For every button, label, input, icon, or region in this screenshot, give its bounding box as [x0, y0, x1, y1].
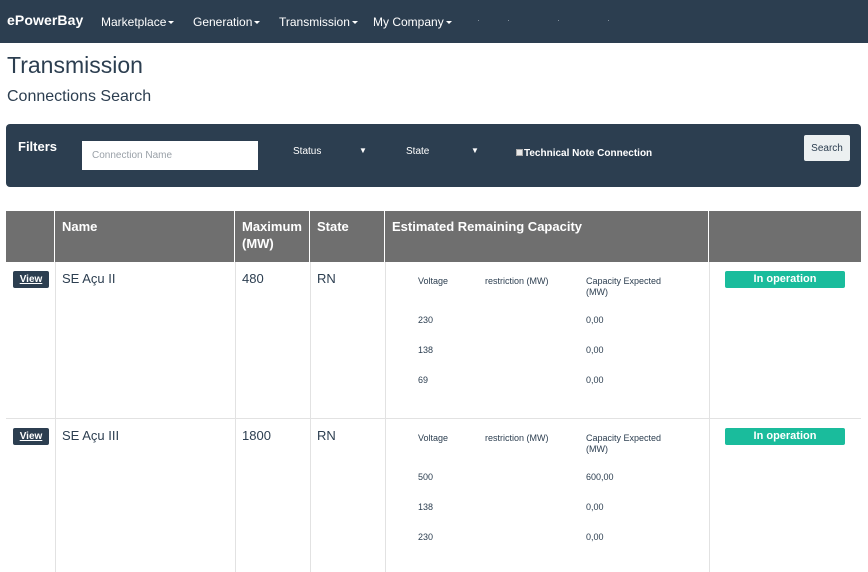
sub-header-expected: Capacity Expected (MW) [586, 276, 662, 297]
nav-transmission[interactable]: Transmission [279, 15, 358, 29]
status-select[interactable]: Status [293, 146, 321, 157]
state-dropdown-arrow-icon[interactable]: ▼ [471, 146, 479, 155]
column-divider [385, 262, 386, 572]
column-divider [235, 262, 236, 572]
caret-down-icon [168, 21, 175, 25]
filters-panel: Filters Status ▼ State ▼ Technical Note … [6, 124, 861, 187]
top-navbar: ePowerBay Marketplace Generation Transmi… [0, 0, 868, 43]
technical-note-label: Technical Note Connection [524, 148, 653, 159]
connections-table: Name Maximum (MW) State Estimated Remain… [6, 211, 861, 572]
capacity-voltage: 138 [418, 502, 434, 512]
caret-down-icon [254, 21, 261, 25]
nav-my-company[interactable]: My Company [373, 15, 452, 29]
capacity-expected: 0,00 [586, 502, 604, 512]
header-status [709, 211, 861, 262]
row-divider [6, 418, 861, 419]
sub-header-restriction: restriction (MW) [485, 433, 549, 443]
page-subtitle: Connections Search [7, 88, 152, 105]
column-divider [55, 262, 56, 572]
view-button[interactable]: View [13, 428, 49, 445]
header-actions [6, 211, 55, 262]
page-title: Transmission [7, 52, 143, 78]
caret-down-icon [351, 21, 358, 25]
capacity-expected: 0,00 [586, 375, 604, 385]
view-button[interactable]: View [13, 271, 49, 288]
brand-logo[interactable]: ePowerBay [7, 12, 83, 28]
capacity-expected: 0,00 [586, 315, 604, 325]
nav-marketplace[interactable]: Marketplace [101, 15, 175, 29]
nav-separator-dot [478, 20, 479, 21]
capacity-expected: 0,00 [586, 345, 604, 355]
capacity-voltage: 230 [418, 532, 434, 542]
row-state: RN [317, 271, 336, 286]
connection-name-input[interactable] [82, 141, 258, 170]
search-button[interactable]: Search [804, 135, 850, 161]
nav-separator-dot [558, 20, 559, 21]
row-name: SE Açu II [62, 271, 116, 286]
header-maximum: Maximum (MW) [235, 211, 310, 262]
sub-header-expected: Capacity Expected (MW) [586, 433, 662, 454]
sub-header-restriction: restriction (MW) [485, 276, 549, 286]
capacity-expected: 600,00 [586, 472, 614, 482]
row-name: SE Açu III [62, 428, 120, 443]
capacity-expected: 0,00 [586, 532, 604, 542]
nav-generation-label: Generation [193, 15, 253, 29]
state-select[interactable]: State [406, 146, 429, 157]
checkbox-icon[interactable] [516, 149, 523, 156]
nav-transmission-label: Transmission [279, 15, 350, 29]
header-capacity: Estimated Remaining Capacity [385, 211, 709, 262]
capacity-voltage: 69 [418, 375, 429, 385]
nav-separator-dot [608, 20, 609, 21]
column-divider [310, 262, 311, 572]
capacity-voltage: 500 [418, 472, 434, 482]
filters-label: Filters [18, 139, 58, 154]
sub-header-voltage: Voltage [418, 276, 449, 286]
header-name: Name [55, 211, 235, 262]
technical-note-checkbox[interactable]: Technical Note Connection [516, 148, 652, 159]
nav-separator-dot [508, 20, 509, 21]
row-maximum: 480 [242, 271, 264, 286]
nav-marketplace-label: Marketplace [101, 15, 167, 29]
row-state: RN [317, 428, 336, 443]
status-badge: In operation [725, 271, 845, 288]
nav-generation[interactable]: Generation [193, 15, 261, 29]
row-maximum: 1800 [242, 428, 271, 443]
capacity-voltage: 230 [418, 315, 434, 325]
table-header: Name Maximum (MW) State Estimated Remain… [6, 211, 861, 262]
sub-header-voltage: Voltage [418, 433, 449, 443]
column-divider [709, 262, 710, 572]
caret-down-icon [445, 21, 452, 25]
nav-my-company-label: My Company [373, 15, 444, 29]
status-dropdown-arrow-icon[interactable]: ▼ [359, 146, 367, 155]
header-state: State [310, 211, 385, 262]
status-badge: In operation [725, 428, 845, 445]
capacity-voltage: 138 [418, 345, 434, 355]
